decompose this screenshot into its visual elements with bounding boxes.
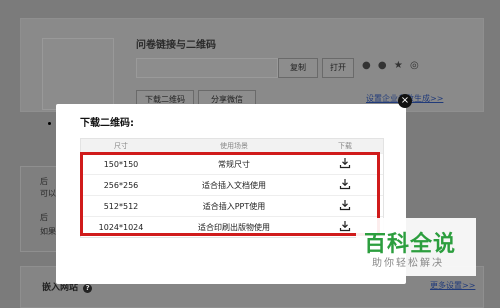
download-qr-modal: 下载二维码: × 尺寸 使用场景 下载 150*150 常规尺寸 256*256… [56,94,412,284]
row-scene: 适合印刷出版物使用 [198,222,270,232]
download-cell [307,199,383,213]
side-text: 可以 [40,189,56,198]
qr-size-table: 尺寸 使用场景 下载 150*150 常规尺寸 256*256 适合插入文档使用 [80,138,384,238]
watermark-slogan: 助你轻松解决 [372,258,444,269]
bullet-dot [48,122,51,125]
row-size: 512*512 [103,201,139,211]
copy-button[interactable]: 复制 [278,58,318,78]
embed-title-text: 嵌入网站 [42,283,79,293]
download-icon[interactable] [339,199,351,211]
table-row: 512*512 适合插入PPT使用 [81,195,383,216]
favorite-icon[interactable]: ★ [394,60,405,71]
share-icons[interactable]: ● ● ★ ◎ [362,60,421,71]
survey-link-input[interactable] [136,58,278,78]
section-title: 问卷链接与二维码 [136,40,216,51]
table-row: 1024*1024 适合印刷出版物使用 [81,216,383,237]
wechat-icon[interactable]: ● [362,60,373,71]
row-scene: 适合插入PPT使用 [202,201,266,211]
help-icon[interactable]: ? [83,284,93,293]
table-header: 尺寸 使用场景 下载 [81,139,383,153]
more-settings-link[interactable]: 更多设置>> [430,280,475,291]
header-scene: 使用场景 [220,142,248,150]
weibo-icon[interactable]: ◎ [410,60,421,71]
modal-title: 下载二维码: [80,118,134,129]
table-row: 150*150 常规尺寸 [81,153,383,174]
row-size: 1024*1024 [98,222,144,232]
download-cell [307,178,383,192]
download-icon[interactable] [339,157,351,169]
row-scene: 常规尺寸 [218,159,250,169]
table-row: 256*256 适合插入文档使用 [81,174,383,195]
close-icon[interactable]: × [398,94,412,108]
row-size: 256*256 [103,180,139,190]
side-text: 如果 [40,227,56,236]
qr-code-image [42,38,114,110]
header-download: 下载 [338,142,352,150]
side-text: 后 [40,177,48,186]
side-text: 后 [40,213,48,222]
download-icon[interactable] [339,220,351,232]
qq-icon[interactable]: ● [378,60,389,71]
open-button[interactable]: 打开 [322,58,354,78]
download-cell [307,157,383,171]
download-icon[interactable] [339,178,351,190]
row-size: 150*150 [103,159,139,169]
header-size: 尺寸 [114,142,128,150]
row-scene: 适合插入文档使用 [202,180,266,190]
